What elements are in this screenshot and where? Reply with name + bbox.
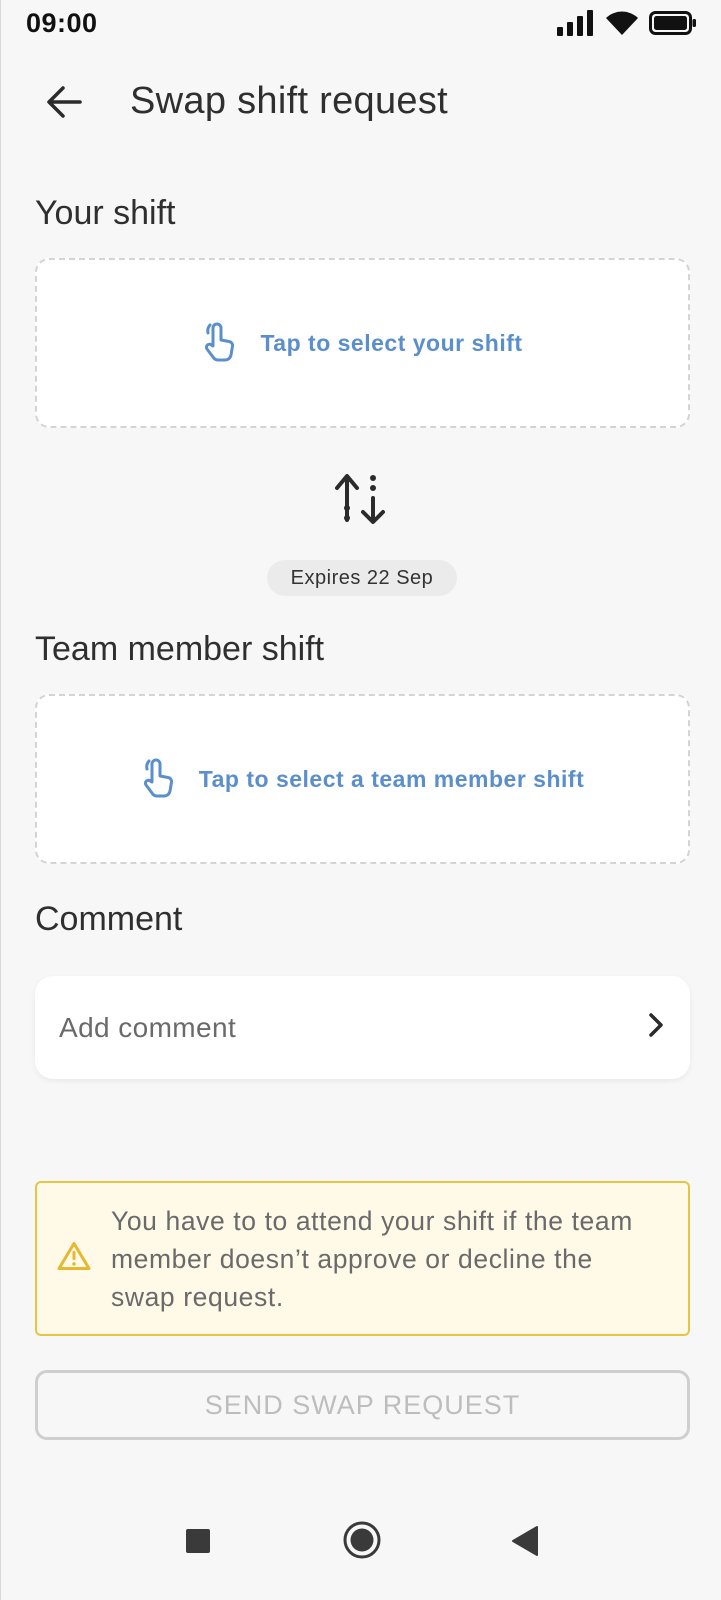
- page-title: Swap shift request: [130, 80, 449, 122]
- swap-vertical-icon: [333, 468, 389, 528]
- your-shift-title: Your shift: [35, 194, 176, 232]
- signal-icon: [557, 10, 595, 41]
- tap-hand-icon: [202, 320, 238, 367]
- add-comment-placeholder: Add comment: [59, 1011, 237, 1043]
- expires-badge: Expires 22 Sep: [267, 560, 457, 596]
- battery-icon: [649, 10, 697, 41]
- back-button[interactable]: [39, 82, 89, 126]
- square-icon[interactable]: [185, 1528, 211, 1559]
- warning-banner: You have to to attend your shift if the …: [35, 1181, 690, 1336]
- status-bar: 09:00: [1, 0, 721, 48]
- warning-text: You have to to attend your shift if the …: [111, 1205, 633, 1312]
- team-member-shift-title: Team member shift: [35, 630, 325, 668]
- select-your-shift-label: Tap to select your shift: [260, 329, 523, 356]
- tap-hand-icon: [141, 756, 177, 803]
- arrow-left-icon: [46, 85, 82, 124]
- wifi-icon: [605, 10, 639, 41]
- select-your-shift-button[interactable]: Tap to select your shift: [35, 258, 690, 428]
- comment-title: Comment: [35, 900, 183, 938]
- select-team-member-shift-button[interactable]: Tap to select a team member shift: [35, 694, 690, 864]
- back-triangle-icon[interactable]: [511, 1525, 539, 1562]
- system-nav-bar: [1, 1520, 721, 1580]
- status-icons: [557, 10, 697, 41]
- send-swap-request-button[interactable]: SEND SWAP REQUEST: [35, 1370, 690, 1440]
- chevron-right-icon: [646, 1012, 666, 1043]
- home-circle-icon[interactable]: [343, 1521, 381, 1564]
- header: Swap shift request: [1, 62, 721, 146]
- screen: 09:00 Swap shift request Your shift Tap …: [0, 0, 721, 1600]
- warning-triangle-icon: [57, 1241, 91, 1276]
- select-team-member-shift-label: Tap to select a team member shift: [198, 765, 585, 792]
- add-comment-button[interactable]: Add comment: [35, 976, 690, 1079]
- status-time: 09:00: [26, 8, 98, 38]
